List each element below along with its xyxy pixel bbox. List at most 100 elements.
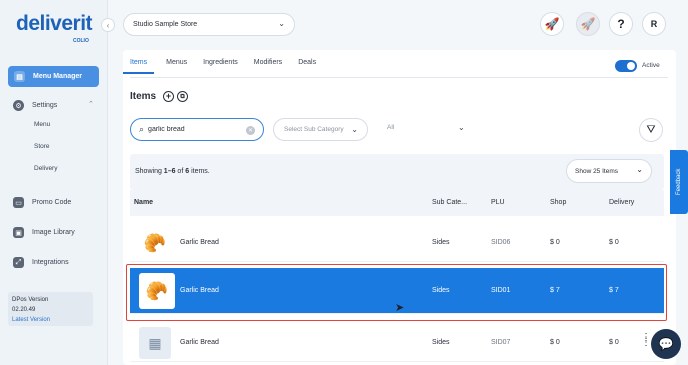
sidebar-item-label: Integrations [32,259,69,266]
clear-icon[interactable]: ✕ [246,126,255,135]
tab-divider [130,77,668,78]
rocket-outline-button[interactable]: 🚀 [576,12,600,36]
tab-modifiers[interactable]: Modifiers [254,59,282,74]
feedback-tab[interactable]: Feedback [670,150,688,214]
gear-icon: ⚙ [13,100,24,111]
item-delivery-price: $ 0 [609,239,619,246]
table-row[interactable]: ▦ Garlic Bread Sides SID07 $ 0 $ 0 [130,324,664,362]
filter-icon: ⛛ [646,123,656,136]
latest-version-link[interactable]: Latest Version [12,315,89,325]
subcategory-placeholder: Select Sub Category [284,126,344,133]
results-bar: Showing 1–6 of 6 items. Show 25 Items ⌄ [130,154,664,190]
item-delivery-price: $ 0 [609,339,619,346]
subcategory-select[interactable]: Select Sub Category ⌄ [273,118,368,141]
page-size-value: Show 25 Items [575,167,618,175]
chat-icon: 💬 [658,337,674,351]
sidebar-subitem-menu[interactable]: Menu [34,121,50,128]
item-name: Garlic Bread [180,339,219,346]
brand-logo-sub: COLIO [73,38,89,44]
brand-logo[interactable]: deliverit [16,12,93,36]
results-suffix: items. [189,168,210,175]
active-toggle-label: Active [642,62,660,69]
search-icon: ⌕ [139,124,145,134]
results-count: Showing 1–6 of 6 items. [135,168,210,175]
store-select[interactable]: Studio Sample Store ⌄ [123,13,295,36]
plus-icon: + [165,91,172,101]
menu-manager-icon: ▤ [14,71,25,82]
avatar-initial: R [650,19,658,29]
rocket-icon: 🚀 [544,17,560,31]
add-item-button[interactable]: + [163,91,174,102]
item-subcategory: Sides [432,287,450,294]
integrations-icon: ⤢ [13,257,24,268]
col-delivery[interactable]: Delivery [609,199,634,206]
item-plu: SID01 [491,287,511,294]
mouse-cursor-icon: ➤ [395,302,405,314]
item-name: Garlic Bread [180,239,219,246]
version-info: DPos Version 02.20.49 Latest Version [8,292,93,326]
promo-code-icon: ▭ [13,197,24,208]
item-shop-price: $ 0 [550,339,560,346]
tab-menus[interactable]: Menus [166,59,187,74]
sidebar-item-integrations[interactable]: ⤢ Integrations [13,257,69,268]
tab-items[interactable]: Items [123,59,155,74]
tab-bar: Items Menus Ingredients Modifiers Deals [123,59,332,74]
chevron-down-icon: ⌄ [636,165,643,174]
sidebar-item-label: Image Library [32,229,75,236]
item-plu: SID07 [491,339,511,346]
search-input[interactable] [148,126,244,133]
page-size-select[interactable]: Show 25 Items ⌄ [566,159,652,183]
item-plu: SID06 [491,239,511,246]
item-subcategory: Sides [432,339,450,346]
table-header: Name Sub Cate... PLU Shop Delivery [130,190,664,216]
image-library-icon: ▣ [13,227,24,238]
sidebar-item-image-library[interactable]: ▣ Image Library [13,227,75,238]
active-toggle[interactable] [615,60,637,72]
drag-handle-icon[interactable]: ⋮ ⋮ [641,333,651,348]
sidebar-item-menu-manager[interactable]: ▤ Menu Manager [8,66,99,87]
avatar[interactable]: R [642,12,666,36]
chevron-left-icon[interactable]: ‹ [101,18,115,32]
filter-button[interactable]: ⛛ [639,118,663,142]
sidebar-subitem-store[interactable]: Store [34,143,50,150]
chevron-down-icon: ⌄ [278,19,285,28]
item-subcategory: Sides [432,239,450,246]
item-name: Garlic Bread [180,287,219,294]
chevron-down-icon[interactable]: ⌄ [458,123,465,132]
rocket-outline-icon: 🚀 [580,17,596,31]
results-of: of [175,168,186,175]
search-input-wrapper[interactable]: ⌕ ✕ [130,118,264,141]
tab-deals[interactable]: Deals [298,59,316,74]
store-select-value: Studio Sample Store [133,21,198,28]
item-thumbnail: 🥐 [139,273,175,309]
item-delivery-price: $ 7 [609,287,619,294]
help-button[interactable]: ? [609,12,633,36]
sidebar-item-settings[interactable]: ⚙ Settings [13,100,57,111]
page-title: Items [130,91,157,102]
tab-ingredients[interactable]: Ingredients [203,59,238,74]
col-subcategory[interactable]: Sub Cate... [432,199,467,206]
version-label: DPos Version [12,297,49,303]
item-shop-price: $ 0 [550,239,560,246]
sidebar-item-promo-code[interactable]: ▭ Promo Code [13,197,71,208]
sidebar-item-label: Settings [32,102,58,109]
sidebar: deliverit COLIO ▤ Menu Manager ⚙ Setting… [0,0,108,365]
placeholder-image-icon: ▦ [139,327,171,359]
chevron-up-icon[interactable]: ⌃ [88,100,94,108]
results-prefix: Showing [135,168,164,175]
main-panel: Items Menus Ingredients Modifiers Deals … [123,50,676,365]
col-shop[interactable]: Shop [550,199,566,206]
col-plu[interactable]: PLU [491,199,505,206]
rocket-button[interactable]: 🚀 [540,12,564,36]
results-range: 1–6 [163,168,176,175]
chat-button[interactable]: 💬 [651,329,681,359]
col-name[interactable]: Name [134,199,153,206]
import-button[interactable]: ⧉ [177,91,188,102]
table-row[interactable]: 🥐 Garlic Bread Sides SID06 $ 0 $ 0 [130,224,664,262]
status-select[interactable]: All [387,124,394,131]
sidebar-subitem-delivery[interactable]: Delivery [34,165,57,172]
version-number: 02.20.49 [12,307,36,313]
copy-icon: ⧉ [180,93,185,100]
help-icon: ? [617,17,625,31]
sidebar-item-label: Menu Manager [33,73,83,80]
